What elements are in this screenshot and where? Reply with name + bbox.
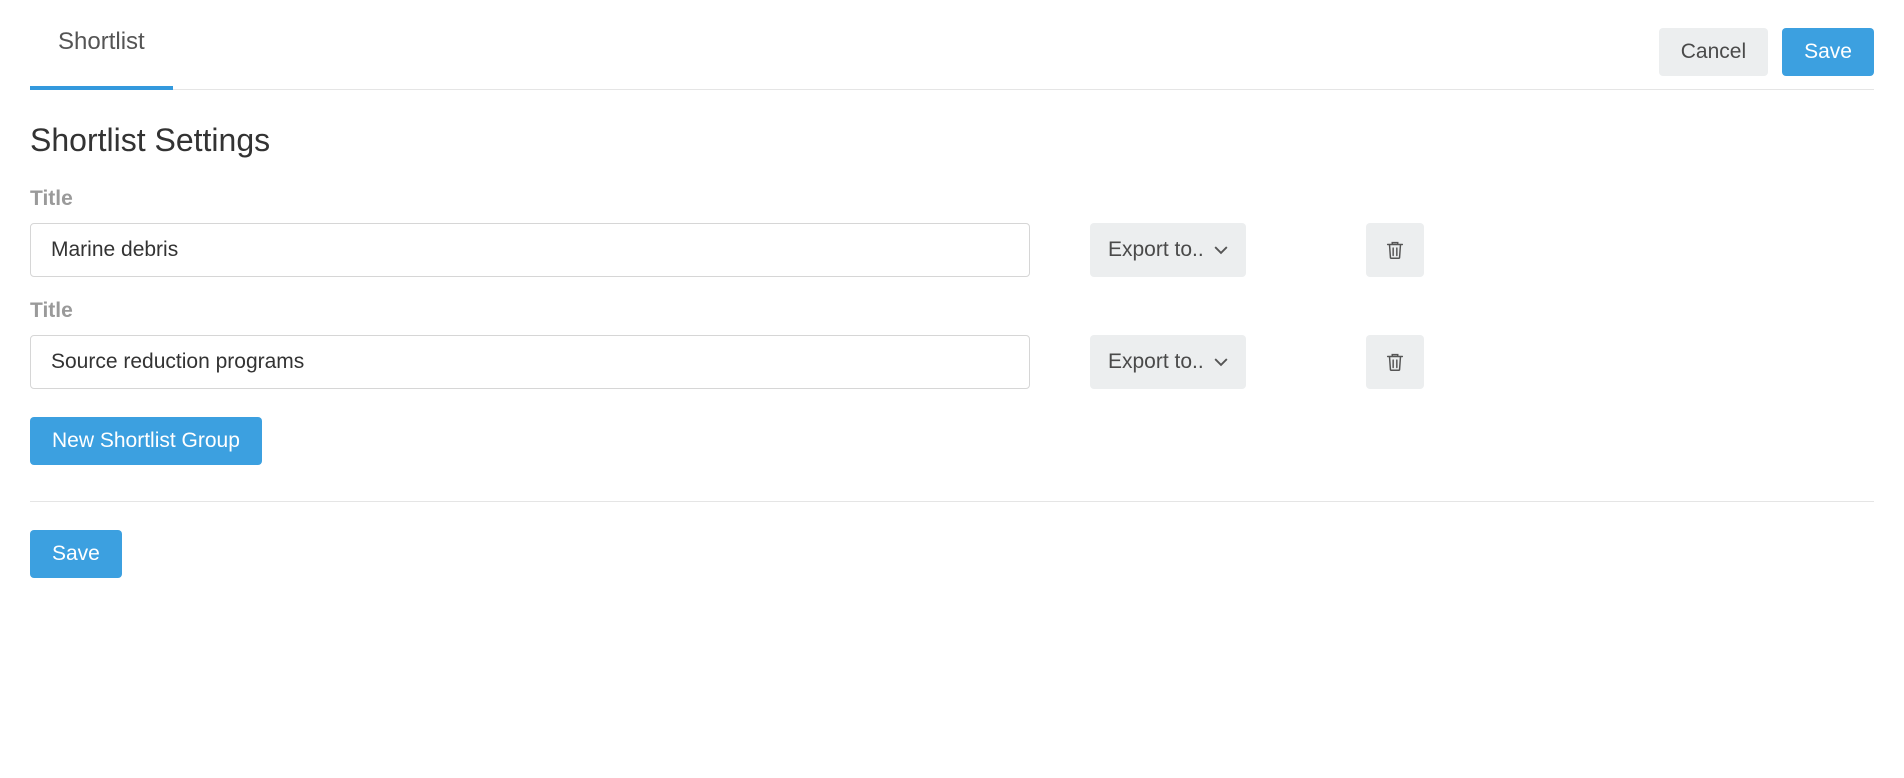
top-actions: Cancel Save xyxy=(1659,28,1874,76)
chevron-down-icon xyxy=(1214,243,1228,257)
export-dropdown[interactable]: Export to.. xyxy=(1090,223,1246,277)
delete-button[interactable] xyxy=(1366,335,1424,389)
group-row: Export to.. xyxy=(30,335,1874,389)
title-input[interactable] xyxy=(30,335,1030,389)
save-button-top[interactable]: Save xyxy=(1782,28,1874,76)
export-dropdown[interactable]: Export to.. xyxy=(1090,335,1246,389)
title-label: Title xyxy=(30,299,1874,323)
export-label: Export to.. xyxy=(1108,238,1204,262)
cancel-button[interactable]: Cancel xyxy=(1659,28,1768,76)
title-label: Title xyxy=(30,187,1874,211)
separator xyxy=(30,501,1874,502)
shortlist-group: Title Export to.. xyxy=(30,187,1874,277)
page-heading: Shortlist Settings xyxy=(30,122,1874,159)
new-shortlist-group-button[interactable]: New Shortlist Group xyxy=(30,417,262,465)
shortlist-group: Title Export to.. xyxy=(30,299,1874,389)
trash-icon xyxy=(1384,238,1406,262)
chevron-down-icon xyxy=(1214,355,1228,369)
title-input[interactable] xyxy=(30,223,1030,277)
trash-icon xyxy=(1384,350,1406,374)
group-row: Export to.. xyxy=(30,223,1874,277)
save-button-bottom[interactable]: Save xyxy=(30,530,122,578)
content: Shortlist Settings Title Export to.. xyxy=(30,90,1874,578)
delete-button[interactable] xyxy=(1366,223,1424,277)
top-bar: Shortlist Cancel Save xyxy=(30,0,1874,90)
tab-shortlist[interactable]: Shortlist xyxy=(30,28,173,90)
export-label: Export to.. xyxy=(1108,350,1204,374)
